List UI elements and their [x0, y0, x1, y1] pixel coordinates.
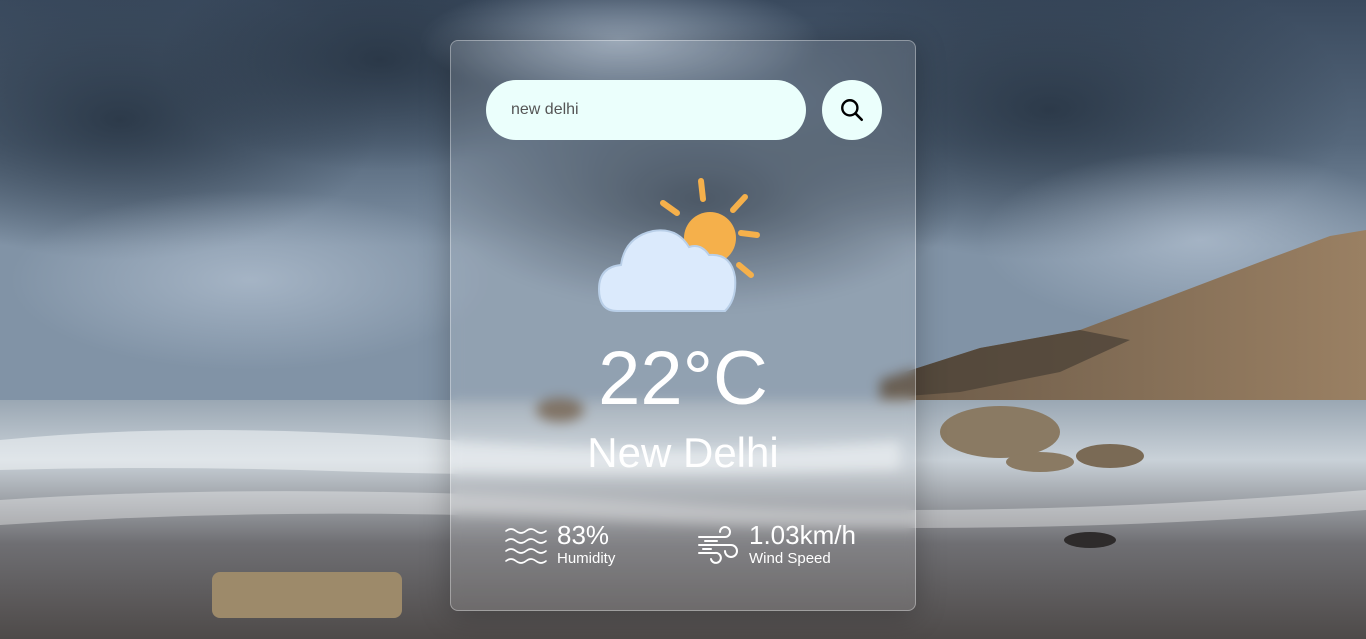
search-button[interactable] — [822, 80, 882, 140]
humidity-detail: 83% Humidity — [505, 521, 615, 568]
wind-text: 1.03km/h Wind Speed — [749, 521, 856, 568]
search-icon — [841, 99, 864, 122]
partly-cloudy-icon — [597, 178, 760, 312]
wind-detail: 1.03km/h Wind Speed — [697, 521, 856, 568]
humidity-label: Humidity — [557, 550, 616, 567]
humidity-value: 83% — [557, 520, 610, 550]
wind-value: 1.03km/h — [749, 520, 856, 550]
humidity-text: 83% Humidity — [557, 521, 615, 568]
city-name: New Delhi — [587, 429, 779, 476]
humidity-waves-icon — [505, 527, 547, 564]
city-search-input[interactable] — [486, 80, 806, 140]
temperature: 22°C — [598, 336, 768, 421]
wind-icon — [698, 525, 738, 564]
weather-card: 22°C New Delhi 83% Humidity — [450, 40, 916, 611]
wind-label: Wind Speed — [749, 550, 831, 567]
